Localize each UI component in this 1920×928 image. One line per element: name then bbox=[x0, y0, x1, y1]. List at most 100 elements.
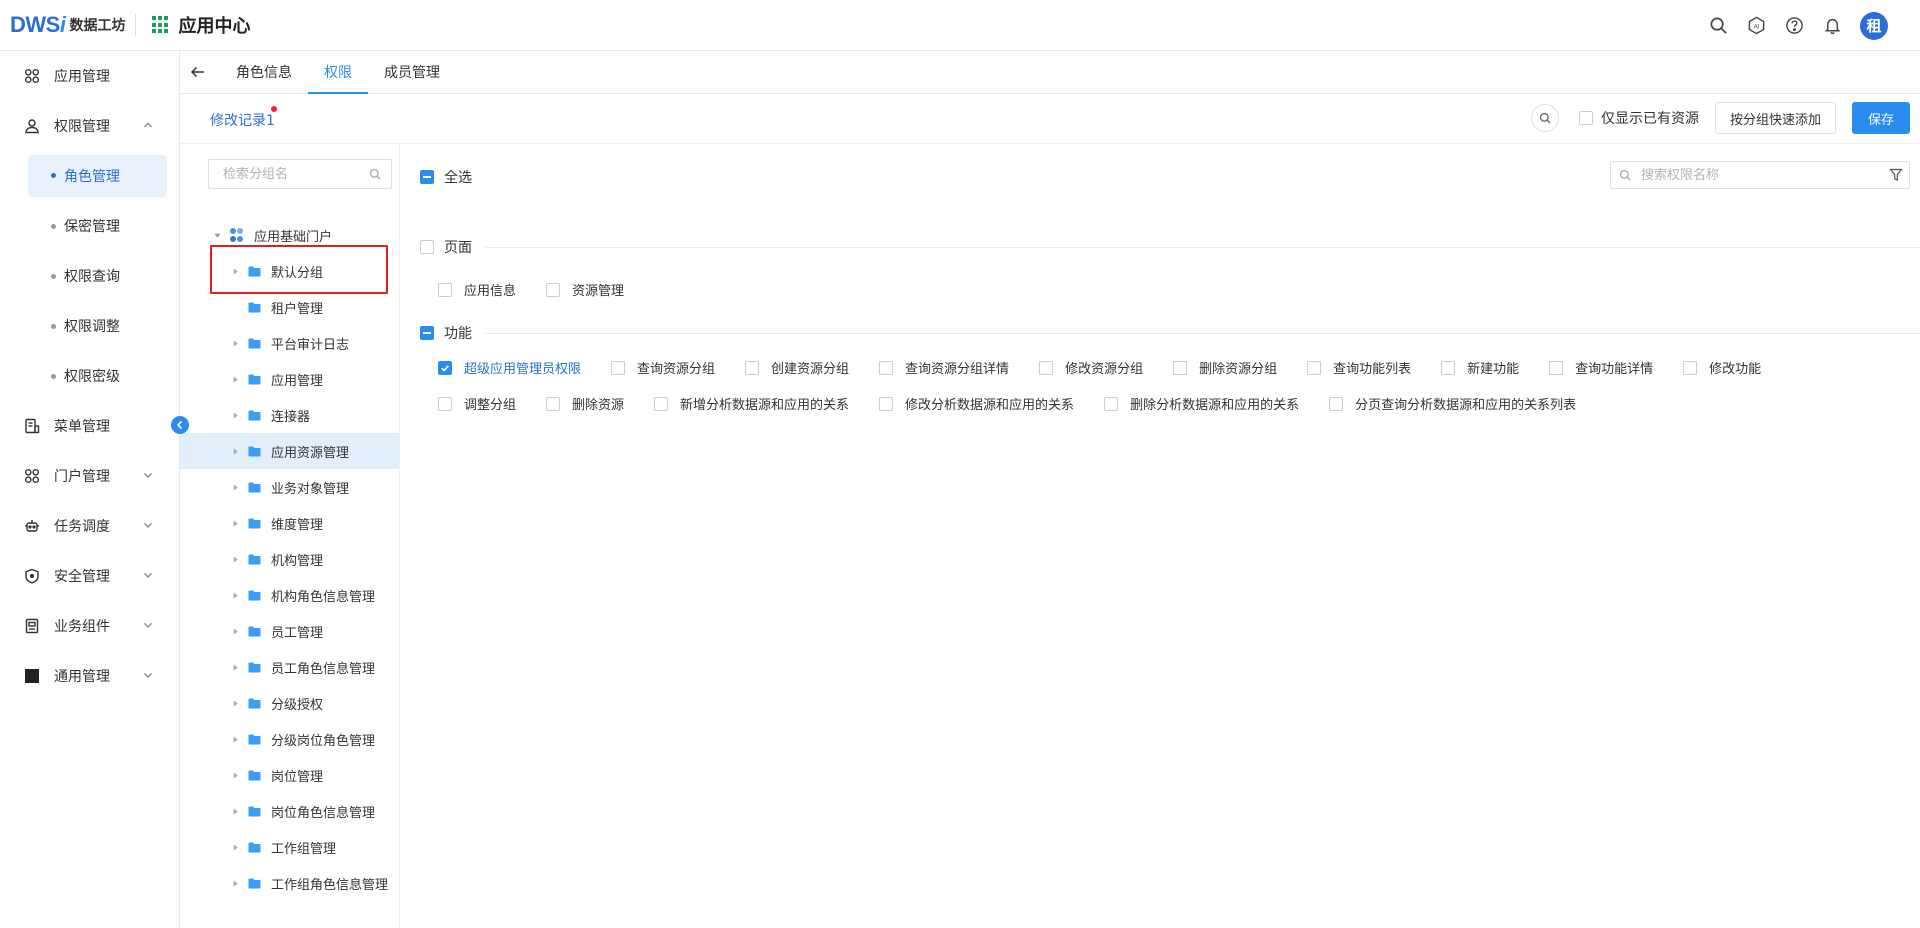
sidebar-collapse-button[interactable] bbox=[171, 416, 189, 434]
tab-member-management[interactable]: 成员管理 bbox=[368, 50, 456, 93]
permission-search-input[interactable] bbox=[1641, 167, 1881, 183]
tab-permissions[interactable]: 权限 bbox=[308, 50, 368, 94]
sidebar-item-menu-management[interactable]: 菜单管理 bbox=[0, 401, 179, 451]
quick-add-by-group-button[interactable]: 按分组快速添加 bbox=[1714, 102, 1836, 134]
caret-right-icon[interactable] bbox=[230, 806, 240, 816]
caret-right-icon[interactable] bbox=[230, 374, 240, 384]
app-grid-icon[interactable] bbox=[152, 16, 170, 34]
sidebar-item-permission-management[interactable]: 权限管理 bbox=[0, 101, 179, 151]
sidebar-subitem-permission-adjust[interactable]: 权限调整 bbox=[0, 301, 179, 351]
checkbox[interactable] bbox=[745, 360, 760, 375]
permission-item[interactable]: 修改资源分组 bbox=[1039, 358, 1143, 377]
checkbox[interactable] bbox=[1173, 360, 1188, 375]
tree-node[interactable]: 员工管理 bbox=[200, 613, 399, 649]
sidebar-item-business-components[interactable]: 业务组件 bbox=[0, 601, 179, 651]
caret-right-icon[interactable] bbox=[230, 878, 240, 888]
checkbox[interactable] bbox=[438, 396, 452, 411]
search-toggle-button[interactable] bbox=[1530, 104, 1559, 132]
permission-item[interactable]: 删除分析数据源和应用的关系 bbox=[1104, 394, 1299, 413]
sidebar-item-security-management[interactable]: 安全管理 bbox=[0, 551, 179, 601]
permission-item[interactable]: 查询功能详情 bbox=[1549, 358, 1653, 377]
permission-item[interactable]: 删除资源分组 bbox=[1173, 358, 1277, 377]
checkbox[interactable] bbox=[1039, 360, 1054, 375]
caret-right-icon[interactable] bbox=[230, 590, 240, 600]
tree-node[interactable]: 应用管理 bbox=[200, 361, 399, 397]
tree-node[interactable]: 岗位角色信息管理 bbox=[200, 793, 399, 829]
brand-logo[interactable]: DWSi 数据工坊 bbox=[10, 0, 125, 51]
permission-item[interactable]: 新增分析数据源和应用的关系 bbox=[654, 394, 849, 413]
tree-node[interactable]: 岗位管理 bbox=[200, 757, 399, 793]
select-all-checkbox[interactable]: 全选 bbox=[420, 167, 472, 187]
tree-root-node[interactable]: 应用基础门户 bbox=[200, 217, 399, 253]
sidebar-subitem-role-management[interactable]: 角色管理 bbox=[28, 155, 167, 197]
save-button[interactable]: 保存 bbox=[1851, 102, 1910, 134]
caret-right-icon[interactable] bbox=[230, 626, 240, 636]
caret-right-icon[interactable] bbox=[230, 338, 240, 348]
caret-right-icon[interactable] bbox=[230, 266, 240, 276]
search-icon[interactable] bbox=[369, 168, 381, 180]
caret-right-icon[interactable] bbox=[230, 518, 240, 528]
permission-item[interactable]: 查询功能列表 bbox=[1307, 358, 1411, 377]
checkbox[interactable] bbox=[879, 396, 894, 411]
permission-item[interactable]: 超级应用管理员权限 bbox=[438, 358, 581, 377]
caret-right-icon[interactable] bbox=[230, 482, 240, 492]
back-arrow-icon[interactable] bbox=[188, 62, 208, 82]
avatar[interactable]: 租 bbox=[1860, 11, 1888, 40]
permission-item[interactable]: 查询资源分组 bbox=[611, 358, 715, 377]
bell-icon[interactable] bbox=[1822, 16, 1842, 36]
tree-node[interactable]: 默认分组 bbox=[200, 253, 399, 289]
tree-node[interactable]: 应用资源管理 bbox=[180, 433, 399, 469]
page-section-checkbox[interactable] bbox=[420, 240, 434, 254]
tree-node[interactable]: 平台审计日志 bbox=[200, 325, 399, 361]
sidebar-subitem-confidential-management[interactable]: 保密管理 bbox=[0, 201, 179, 251]
modify-history-link[interactable]: 修改记录1 bbox=[210, 110, 275, 130]
checkbox[interactable] bbox=[546, 282, 561, 297]
checkbox[interactable] bbox=[879, 360, 894, 375]
ai-assistant-icon[interactable]: AI bbox=[1746, 16, 1766, 36]
filter-icon[interactable] bbox=[1889, 168, 1903, 182]
tree-node[interactable]: 分级授权 bbox=[200, 685, 399, 721]
caret-right-icon[interactable] bbox=[230, 842, 240, 852]
tree-node[interactable]: 业务对象管理 bbox=[200, 469, 399, 505]
caret-right-icon[interactable] bbox=[230, 662, 240, 672]
permission-item[interactable]: 新建功能 bbox=[1441, 358, 1519, 377]
permission-item[interactable]: 应用信息 bbox=[438, 280, 516, 299]
permission-item[interactable]: 修改功能 bbox=[1683, 358, 1761, 377]
sidebar-subitem-permission-classification[interactable]: 权限密级 bbox=[0, 351, 179, 401]
checkbox[interactable] bbox=[1549, 360, 1564, 375]
caret-down-icon[interactable] bbox=[212, 230, 222, 240]
checkbox[interactable] bbox=[1578, 111, 1593, 125]
tree-node[interactable]: 机构管理 bbox=[200, 541, 399, 577]
checkbox[interactable] bbox=[1104, 396, 1119, 411]
only-existing-checkbox[interactable]: 仅显示已有资源 bbox=[1578, 108, 1699, 128]
search-icon[interactable] bbox=[1708, 16, 1728, 36]
checkbox[interactable] bbox=[611, 360, 626, 375]
permission-item[interactable]: 修改分析数据源和应用的关系 bbox=[879, 394, 1074, 413]
checkbox[interactable] bbox=[654, 396, 669, 411]
tree-node[interactable]: 员工角色信息管理 bbox=[200, 649, 399, 685]
sidebar-item-app-management[interactable]: 应用管理 bbox=[0, 51, 179, 101]
sidebar-subitem-permission-query[interactable]: 权限查询 bbox=[0, 251, 179, 301]
caret-right-icon[interactable] bbox=[230, 698, 240, 708]
tree-node[interactable]: 维度管理 bbox=[200, 505, 399, 541]
tab-role-info[interactable]: 角色信息 bbox=[220, 50, 308, 93]
permission-item[interactable]: 调整分组 bbox=[438, 394, 516, 413]
permission-item[interactable]: 资源管理 bbox=[546, 280, 624, 299]
caret-right-icon[interactable] bbox=[230, 446, 240, 456]
checkbox[interactable] bbox=[1683, 360, 1698, 375]
caret-right-icon[interactable] bbox=[230, 770, 240, 780]
checkbox[interactable] bbox=[438, 360, 452, 375]
caret-right-icon[interactable] bbox=[230, 734, 240, 744]
caret-right-icon[interactable] bbox=[230, 554, 240, 564]
checkbox[interactable] bbox=[1329, 396, 1344, 411]
permission-item[interactable]: 删除资源 bbox=[546, 394, 624, 413]
tree-node[interactable]: 工作组角色信息管理 bbox=[200, 865, 399, 901]
tree-node[interactable]: 工作组管理 bbox=[200, 829, 399, 865]
permission-item[interactable]: 查询资源分组详情 bbox=[879, 358, 1009, 377]
tree-node[interactable]: 租户管理 bbox=[200, 289, 399, 325]
help-icon[interactable] bbox=[1784, 16, 1804, 36]
group-search-input[interactable] bbox=[223, 166, 373, 182]
caret-right-icon[interactable] bbox=[230, 410, 240, 420]
tree-node[interactable]: 分级岗位角色管理 bbox=[200, 721, 399, 757]
permission-item[interactable]: 分页查询分析数据源和应用的关系列表 bbox=[1329, 394, 1576, 413]
